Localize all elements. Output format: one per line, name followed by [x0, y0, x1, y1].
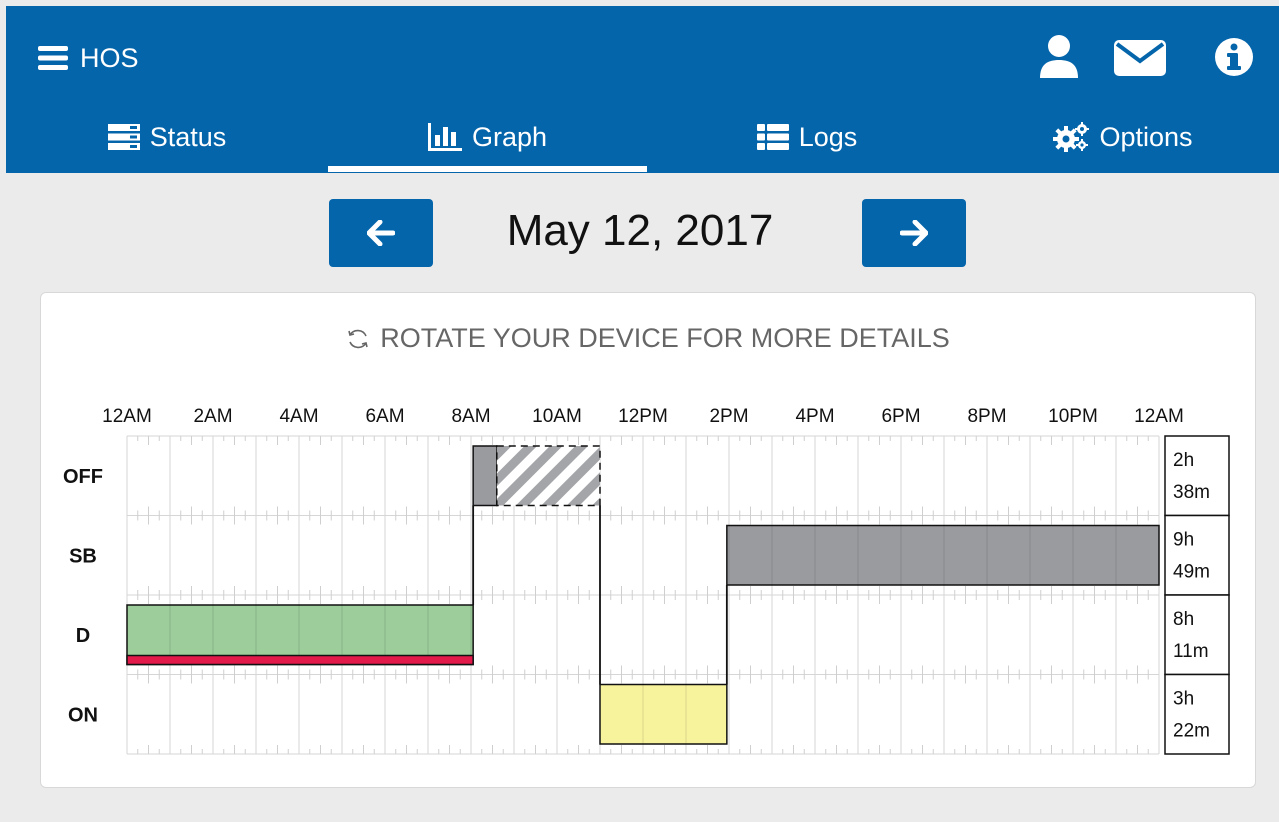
- total-box-on: [1164, 673, 1230, 755]
- total-box-d: [1164, 594, 1230, 676]
- x-tick-label: 10AM: [532, 406, 582, 427]
- x-tick-label: 10PM: [1048, 406, 1098, 427]
- info-icon: [1215, 38, 1253, 76]
- duty-segment-sb: [726, 524, 1160, 586]
- total-box-off: [1164, 435, 1230, 517]
- total-minutes: 38m: [1173, 482, 1210, 503]
- tab-status-label: Status: [149, 121, 227, 152]
- x-tick-label: 2AM: [193, 406, 232, 427]
- total-minutes: 49m: [1173, 562, 1210, 583]
- total-hours: 3h: [1173, 689, 1194, 710]
- total-hours: 2h: [1173, 450, 1194, 471]
- graph-card: ROTATE YOUR DEVICE FOR MORE DETAILS 12AM…: [40, 292, 1256, 788]
- app-header: HOS Status Graph Logs Options: [6, 6, 1279, 173]
- info-button[interactable]: [1211, 34, 1261, 84]
- cogs-icon: [1053, 122, 1090, 152]
- user-button[interactable]: [1036, 34, 1086, 84]
- mail-button[interactable]: [1112, 34, 1166, 84]
- tab-graph-label: Graph: [471, 121, 548, 152]
- row-label-sb: SB: [69, 545, 97, 567]
- x-tick-label: 12AM: [1134, 406, 1184, 427]
- total-minutes: 11m: [1173, 641, 1209, 662]
- row-label-off: OFF: [63, 466, 103, 488]
- x-tick-label: 6AM: [365, 406, 404, 427]
- envelope-icon: [1114, 40, 1166, 76]
- arrow-right-icon: [900, 220, 928, 246]
- tab-status[interactable]: Status: [6, 102, 328, 172]
- total-box-sb: [1164, 514, 1230, 596]
- x-tick-label: 6PM: [881, 406, 920, 427]
- x-tick-label: 12AM: [102, 406, 152, 427]
- hos-duty-graph: 12AM 2AM 4AM 6AM 8AM 10AM 12PM 2PM 4PM 6PM 8PM 10PM…: [63, 406, 1230, 755]
- total-hours: 8h: [1173, 609, 1194, 630]
- duty-segment-on: [599, 683, 728, 745]
- row-label-d: D: [76, 625, 90, 647]
- x-tick-label: 8PM: [967, 406, 1006, 427]
- next-day-button[interactable]: [862, 199, 966, 267]
- duty-segment-off: [496, 445, 601, 507]
- bar-chart-icon: [427, 123, 462, 151]
- app-title: HOS: [80, 42, 139, 73]
- user-icon: [1040, 35, 1078, 78]
- x-tick-label: 12PM: [618, 406, 668, 427]
- duty-segment-off: [472, 445, 498, 507]
- x-tick-label: 4AM: [279, 406, 318, 427]
- tab-logs-label: Logs: [798, 121, 858, 152]
- tab-graph[interactable]: Graph: [328, 102, 647, 172]
- total-minutes: 22m: [1173, 721, 1210, 742]
- tab-options-label: Options: [1099, 121, 1193, 152]
- menu-button[interactable]: HOS: [38, 38, 178, 78]
- row-label-on: ON: [68, 704, 98, 726]
- x-tick-label: 8AM: [451, 406, 490, 427]
- x-tick-label: 2PM: [709, 406, 748, 427]
- bars-icon: [38, 46, 68, 70]
- current-date: May 12, 2017: [506, 206, 774, 255]
- tab-logs[interactable]: Logs: [647, 102, 967, 172]
- total-hours: 9h: [1173, 530, 1194, 551]
- arrow-left-icon: [367, 220, 395, 246]
- violation-bar: [126, 654, 474, 666]
- server-icon: [107, 124, 140, 150]
- prev-day-button[interactable]: [329, 199, 433, 267]
- x-tick-label: 4PM: [795, 406, 834, 427]
- tab-options[interactable]: Options: [967, 102, 1279, 172]
- list-icon: [756, 124, 789, 150]
